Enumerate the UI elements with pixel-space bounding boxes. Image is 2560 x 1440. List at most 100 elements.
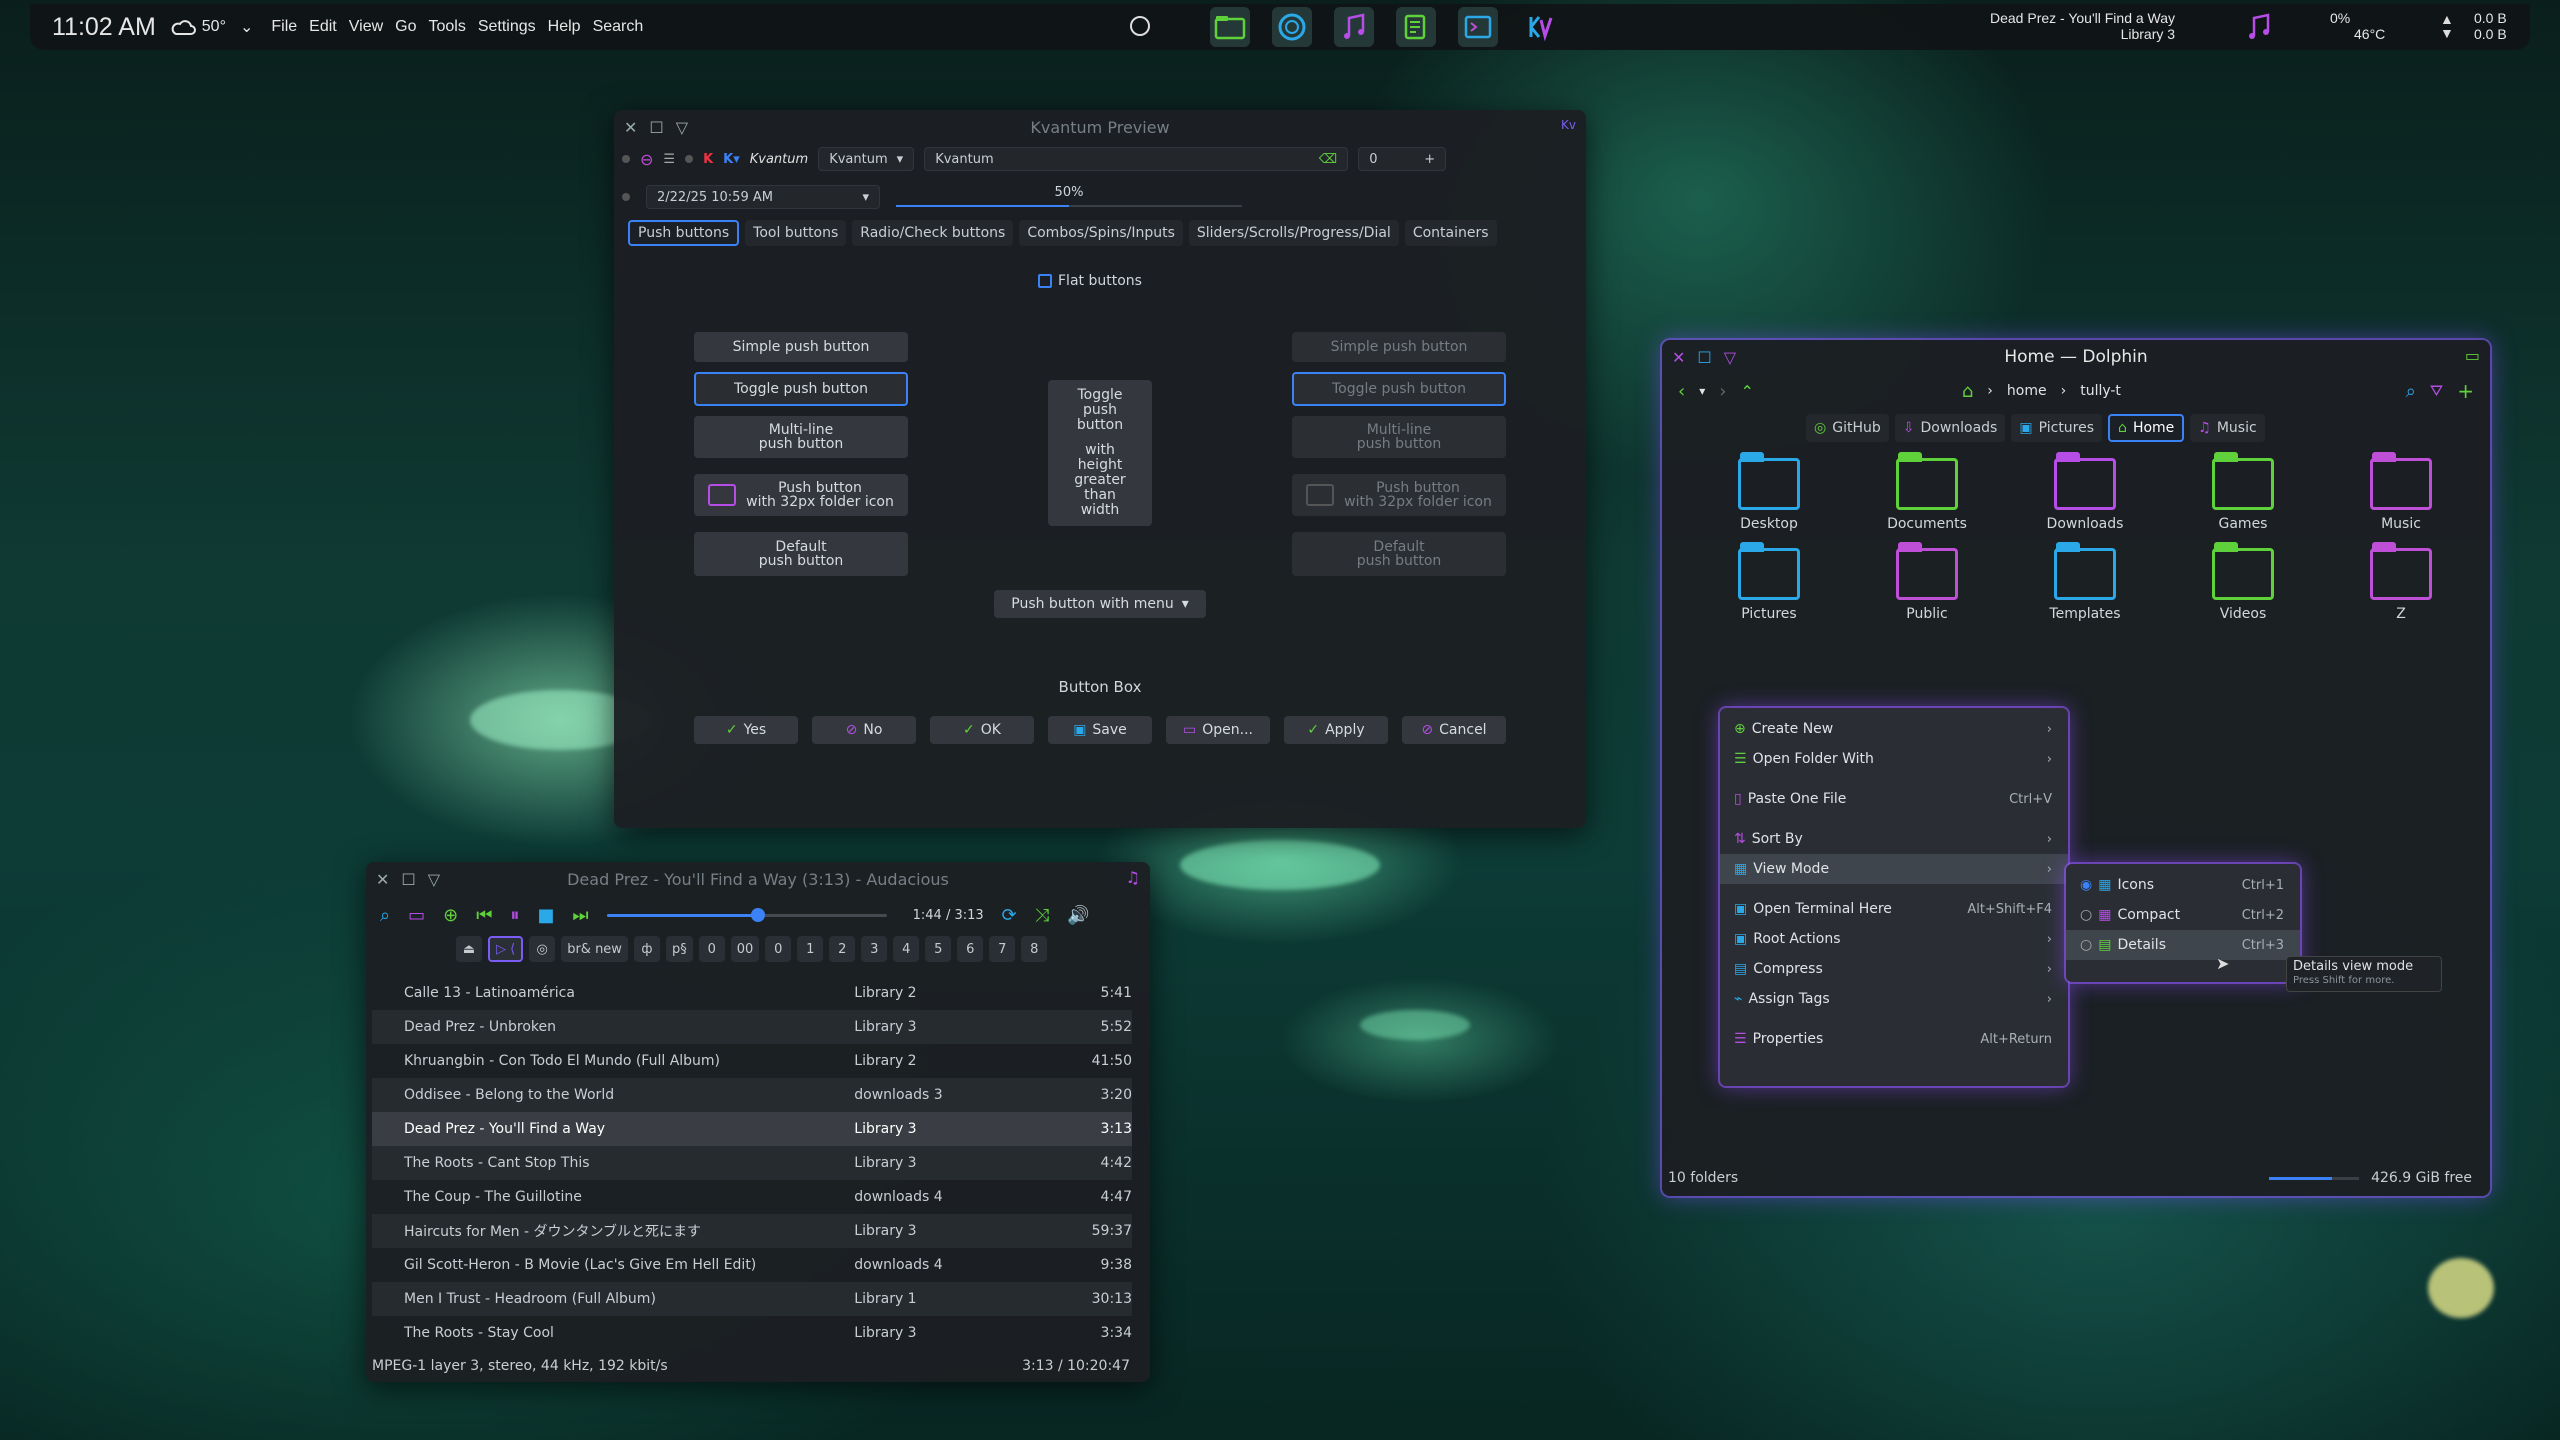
pause-icon[interactable]: ⏸: [510, 905, 519, 926]
menu-tools[interactable]: Tools: [428, 18, 465, 36]
shuffle-icon[interactable]: ⤨: [1035, 905, 1049, 926]
menu-settings[interactable]: Settings: [478, 18, 536, 36]
close-icon[interactable]: ✕: [624, 118, 637, 137]
datetime-edit[interactable]: 2/22/25 10:59 AM ▾: [646, 185, 880, 209]
place-pictures[interactable]: ▣ Pictures: [2011, 414, 2103, 442]
save-button[interactable]: ▣ Save: [1048, 716, 1152, 744]
radio-dot-icon[interactable]: [685, 155, 694, 163]
tab-combos[interactable]: Combos/Spins/Inputs: [1019, 220, 1183, 246]
add-tab-icon[interactable]: +: [2457, 379, 2474, 403]
multiline-push-button[interactable]: Multi-line push button: [694, 416, 908, 458]
theme-combo[interactable]: Kvantum ▾: [818, 147, 915, 171]
seek-slider[interactable]: [606, 908, 887, 922]
back-icon[interactable]: ‹: [1678, 381, 1685, 402]
place-music[interactable]: ♫ Music: [2190, 414, 2265, 442]
cancel-button[interactable]: ⊘ Cancel: [1402, 716, 1506, 744]
breadcrumb-home[interactable]: home: [2007, 383, 2047, 399]
menu-item-properties[interactable]: ☰ Properties Alt+Return: [1720, 1024, 2068, 1054]
maximize-icon[interactable]: ☐: [401, 870, 415, 889]
yes-button[interactable]: ✓ Yes: [694, 716, 798, 744]
place-downloads[interactable]: ⇩ Downloads: [1894, 414, 2006, 442]
folder-item[interactable]: Documents: [1848, 452, 2006, 532]
close-icon[interactable]: ✕: [376, 870, 389, 889]
close-icon[interactable]: ✕: [1672, 348, 1685, 367]
playlist-tab[interactable]: 7: [989, 936, 1016, 962]
stop-icon[interactable]: ■: [537, 905, 554, 926]
menu-item-root-actions[interactable]: ▣ Root Actions ›: [1720, 924, 2068, 954]
default-push-button[interactable]: Default push button: [694, 532, 908, 576]
next-icon[interactable]: ⏭: [572, 905, 588, 926]
folder-item[interactable]: Videos: [2164, 542, 2322, 622]
task-browser[interactable]: [1272, 7, 1312, 47]
playlist-tab[interactable]: 4: [893, 936, 920, 962]
menu-item-view-mode[interactable]: ▦ View Mode ›: [1720, 854, 2068, 884]
playlist-row[interactable]: Gil Scott-Heron - B Movie (Lac's Give Em…: [372, 1248, 1132, 1282]
menu-item-terminal[interactable]: ▣ Open Terminal Here Alt+Shift+F4: [1720, 894, 2068, 924]
playlist-row[interactable]: The Roots - Cant Stop This Library 3 4:42: [372, 1146, 1132, 1180]
playlist-row-current[interactable]: Dead Prez - You'll Find a Way Library 3 3:…: [372, 1112, 1132, 1146]
task-editor[interactable]: [1396, 7, 1436, 47]
radio-dot-icon[interactable]: [622, 155, 630, 163]
add-icon[interactable]: ⊕: [443, 905, 458, 926]
refresh-icon[interactable]: ⊖: [640, 150, 653, 169]
menu-item-compress[interactable]: ▤ Compress ›: [1720, 954, 2068, 984]
apply-button[interactable]: ✓ Apply: [1284, 716, 1388, 744]
playlist-tab[interactable]: 5: [925, 936, 952, 962]
eject-icon[interactable]: ⏏: [456, 936, 482, 962]
folder-item[interactable]: Public: [1848, 542, 2006, 622]
playlist-icon[interactable]: ◎: [529, 936, 556, 962]
tab-tool-buttons[interactable]: Tool buttons: [745, 220, 847, 246]
playlist-row[interactable]: Men I Trust - Headroom (Full Album) Libra…: [372, 1282, 1132, 1316]
menu-push-button[interactable]: Push button with menu ▾: [994, 590, 1206, 618]
playlist-row[interactable]: The Roots - Stay Cool Library 3 3:34: [372, 1316, 1132, 1350]
home-icon[interactable]: ⌂: [1962, 381, 1973, 402]
folder-item[interactable]: Pictures: [1690, 542, 1848, 622]
minimize-icon[interactable]: ▽: [676, 118, 688, 137]
playlist-tab[interactable]: 00: [730, 936, 760, 962]
menu-go[interactable]: Go: [395, 18, 416, 36]
place-home[interactable]: ⌂ Home: [2108, 414, 2185, 442]
playlist-tab[interactable]: ф: [633, 936, 660, 962]
seek-handle[interactable]: [750, 908, 765, 922]
search-icon[interactable]: ⌕: [2406, 381, 2416, 402]
playlist-row[interactable]: Dead Prez - Unbroken Library 3 5:52: [372, 1010, 1132, 1044]
volume-icon[interactable]: 🔊: [1067, 905, 1089, 926]
kvantum-menu-icon[interactable]: K▾: [723, 152, 740, 167]
menu-search[interactable]: Search: [593, 18, 644, 36]
breadcrumb-user[interactable]: tully-t: [2080, 383, 2121, 399]
menu-edit[interactable]: Edit: [309, 18, 337, 36]
playlist-tab-new[interactable]: br& new: [561, 936, 628, 962]
network-monitor[interactable]: 0.0 B 0.0 B: [2474, 10, 2507, 42]
minimize-icon[interactable]: ▽: [428, 870, 440, 889]
tab-radio-check[interactable]: Radio/Check buttons: [852, 220, 1014, 246]
view-mode-icons[interactable]: ◉ ▦ Icons Ctrl+1: [2066, 870, 2300, 900]
playlist-tab[interactable]: 8: [1021, 936, 1048, 962]
launcher-circle-icon[interactable]: [1130, 16, 1150, 36]
playlist-tab[interactable]: 0: [698, 936, 725, 962]
flat-buttons-checkbox[interactable]: Flat buttons: [1038, 273, 1142, 289]
icon-push-button[interactable]: Push button with 32px folder icon: [694, 474, 908, 516]
tab-sliders[interactable]: Sliders/Scrolls/Progress/Dial: [1188, 220, 1399, 246]
panel-clock[interactable]: 11:02 AM: [52, 13, 156, 42]
playlist-row[interactable]: Khruangbin - Con Todo El Mundo (Full Alb…: [372, 1044, 1132, 1078]
weather-widget[interactable]: 50° ⌄: [170, 17, 253, 37]
play-tab-icon[interactable]: ▷ ⟨: [488, 936, 524, 962]
music-note-icon[interactable]: [2244, 12, 2274, 42]
folder-item[interactable]: Downloads: [2006, 452, 2164, 532]
repeat-icon[interactable]: ⟳: [1002, 905, 1017, 926]
tab-push-buttons[interactable]: Push buttons: [628, 220, 740, 246]
menu-item-create-new[interactable]: ⊕ Create New ›: [1720, 714, 2068, 744]
task-kvantum[interactable]: [1520, 7, 1560, 47]
playlist-row[interactable]: Haircuts for Men - ダウンタンブルと死にます Library 3…: [372, 1214, 1132, 1248]
place-github[interactable]: ◎ GitHub: [1806, 414, 1889, 442]
maximize-icon[interactable]: ☐: [649, 118, 663, 137]
playlist-tab[interactable]: p§: [665, 936, 693, 962]
folder-item[interactable]: Music: [2322, 452, 2480, 532]
tab-containers[interactable]: Containers: [1404, 220, 1497, 246]
tall-toggle-button[interactable]: Toggle push button with height greater than wid…: [1048, 380, 1152, 526]
history-dropdown-icon[interactable]: ▾: [1699, 384, 1705, 398]
up-icon[interactable]: ⌃: [1740, 382, 1753, 401]
minimize-icon[interactable]: ▽: [1724, 348, 1736, 367]
menu-item-assign-tags[interactable]: ⌁ Assign Tags ›: [1720, 984, 2068, 1014]
task-audacious[interactable]: [1334, 7, 1374, 47]
